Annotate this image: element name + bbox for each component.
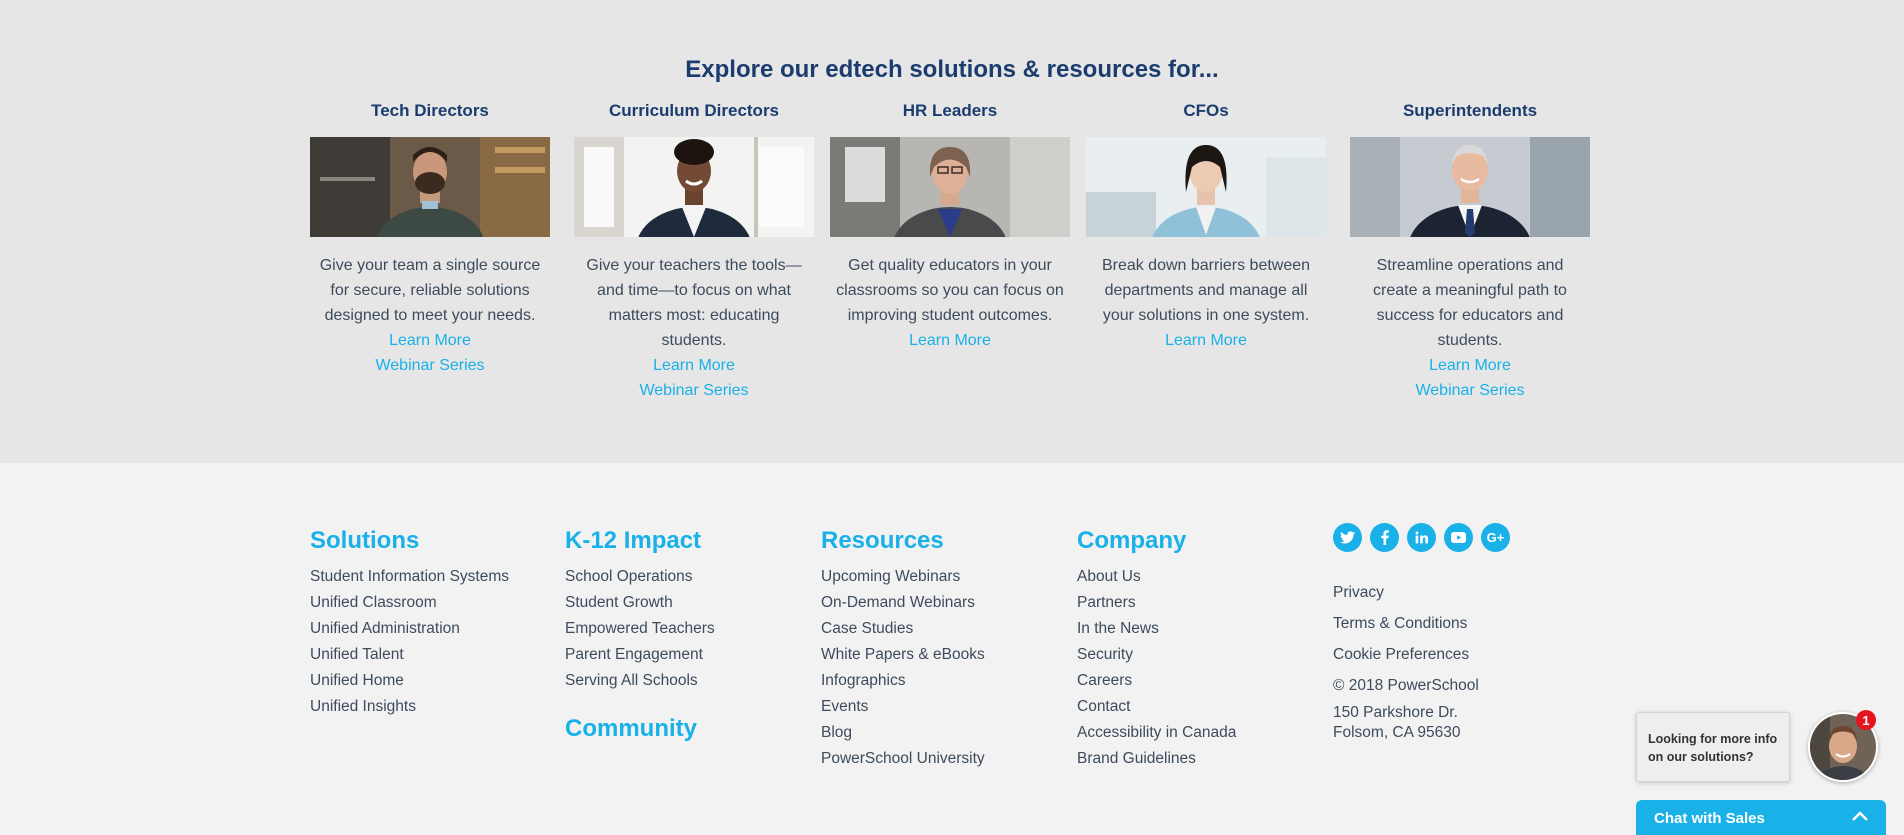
footer-links-company: About Us Partners In the News Security C… (1077, 564, 1236, 772)
footer-link[interactable]: Student Information Systems (310, 564, 509, 590)
footer-links-k12-impact: School Operations Student Growth Empower… (565, 564, 715, 694)
linkedin-icon[interactable] (1407, 523, 1436, 552)
persona-title[interactable]: Tech Directors (310, 100, 550, 122)
footer-link[interactable]: Parent Engagement (565, 642, 715, 668)
persona-hr-leaders: HR Leaders Get quality educators in your… (830, 100, 1070, 353)
persona-photo[interactable] (574, 137, 814, 237)
footer-link[interactable]: Student Growth (565, 590, 715, 616)
address-line-1: 150 Parkshore Dr. (1333, 704, 1458, 721)
persona-title[interactable]: HR Leaders (830, 100, 1070, 122)
footer-links-resources: Upcoming Webinars On-Demand Webinars Cas… (821, 564, 985, 772)
persona-title[interactable]: CFOs (1086, 100, 1326, 122)
footer-link[interactable]: PowerSchool University (821, 746, 985, 772)
persona-title[interactable]: Curriculum Directors (574, 100, 814, 122)
webinar-series-link[interactable]: Webinar Series (310, 353, 550, 378)
footer-link[interactable]: Blog (821, 720, 985, 746)
footer-link[interactable]: Case Studies (821, 616, 985, 642)
persona-description: Break down barriers between departments … (1101, 257, 1311, 324)
learn-more-link[interactable]: Learn More (310, 328, 550, 353)
company-address: 150 Parkshore Dr. Folsom, CA 95630 (1333, 703, 1461, 743)
persona-superintendents: Superintendents Streamline operations an… (1350, 100, 1590, 403)
persona-description: Streamline operations and create a meani… (1373, 257, 1567, 349)
footer-link[interactable]: Unified Talent (310, 642, 509, 668)
chat-notification-badge: 1 (1856, 710, 1876, 730)
footer-heading-solutions[interactable]: Solutions (310, 526, 509, 556)
footer-company: Company About Us Partners In the News Se… (1077, 526, 1236, 772)
facebook-icon[interactable] (1370, 523, 1399, 552)
footer-link[interactable]: Unified Insights (310, 694, 509, 720)
persona-cfos: CFOs Break down barriers between departm… (1086, 100, 1326, 353)
footer-heading-community[interactable]: Community (565, 714, 715, 744)
google-plus-icon[interactable]: G+ (1481, 523, 1510, 552)
footer-link[interactable]: Infographics (821, 668, 985, 694)
explore-title: Explore our edtech solutions & resources… (685, 56, 1219, 83)
footer-link[interactable]: Upcoming Webinars (821, 564, 985, 590)
persona-tech-directors: Tech Directors Give your team a single s… (310, 100, 550, 378)
footer-link[interactable]: Unified Home (310, 668, 509, 694)
learn-more-link[interactable]: Learn More (830, 328, 1070, 353)
footer-links-solutions: Student Information Systems Unified Clas… (310, 564, 509, 720)
footer-link[interactable]: Partners (1077, 590, 1236, 616)
cookie-preferences-link[interactable]: Cookie Preferences (1333, 639, 1479, 670)
social-links: G+ (1333, 523, 1510, 552)
footer-link[interactable]: Unified Classroom (310, 590, 509, 616)
footer-solutions: Solutions Student Information Systems Un… (310, 526, 509, 720)
persona-photo[interactable] (310, 137, 550, 237)
persona-photo[interactable] (1350, 137, 1590, 237)
footer-link[interactable]: School Operations (565, 564, 715, 590)
footer-resources: Resources Upcoming Webinars On-Demand We… (821, 526, 985, 772)
terms-link[interactable]: Terms & Conditions (1333, 608, 1479, 639)
persona-description: Give your team a single source for secur… (319, 257, 541, 324)
footer-link[interactable]: Brand Guidelines (1077, 746, 1236, 772)
learn-more-link[interactable]: Learn More (1350, 353, 1590, 378)
persona-title[interactable]: Superintendents (1350, 100, 1590, 122)
footer-k12-impact: K-12 Impact School Operations Student Gr… (565, 526, 715, 744)
youtube-icon[interactable] (1444, 523, 1473, 552)
persona-photo[interactable] (1086, 137, 1326, 237)
twitter-icon[interactable] (1333, 523, 1362, 552)
explore-section: Explore our edtech solutions & resources… (0, 0, 1904, 463)
chat-prompt-line-1: Looking for more info (1648, 732, 1778, 746)
footer-link[interactable]: Events (821, 694, 985, 720)
persona-description: Get quality educators in your classrooms… (836, 257, 1064, 324)
learn-more-link[interactable]: Learn More (574, 353, 814, 378)
webinar-series-link[interactable]: Webinar Series (574, 378, 814, 403)
persona-curriculum-directors: Curriculum Directors Give your teachers … (574, 100, 814, 403)
footer-legal-links: Privacy Terms & Conditions Cookie Prefer… (1333, 577, 1479, 701)
footer-link[interactable]: Serving All Schools (565, 668, 715, 694)
chat-with-sales-bar[interactable]: Chat with Sales (1636, 800, 1886, 835)
chat-prompt-bubble[interactable]: Looking for more info on our solutions? (1636, 712, 1790, 782)
persona-description: Give your teachers the tools—and time—to… (586, 257, 802, 349)
footer-link[interactable]: White Papers & eBooks (821, 642, 985, 668)
footer-heading-k12-impact[interactable]: K-12 Impact (565, 526, 715, 556)
address-line-2: Folsom, CA 95630 (1333, 724, 1461, 741)
footer-heading-resources[interactable]: Resources (821, 526, 985, 556)
footer-heading-company[interactable]: Company (1077, 526, 1236, 556)
footer-link[interactable]: About Us (1077, 564, 1236, 590)
footer-link[interactable]: Accessibility in Canada (1077, 720, 1236, 746)
chat-prompt-line-2: on our solutions? (1648, 750, 1754, 764)
copyright-text: © 2018 PowerSchool (1333, 677, 1479, 694)
footer-link[interactable]: Unified Administration (310, 616, 509, 642)
footer-link[interactable]: Contact (1077, 694, 1236, 720)
footer-link[interactable]: Empowered Teachers (565, 616, 715, 642)
privacy-link[interactable]: Privacy (1333, 577, 1479, 608)
chat-bar-label: Chat with Sales (1654, 810, 1765, 827)
webinar-series-link[interactable]: Webinar Series (1350, 378, 1590, 403)
footer-link[interactable]: Careers (1077, 668, 1236, 694)
persona-photo[interactable] (830, 137, 1070, 237)
footer-link[interactable]: Security (1077, 642, 1236, 668)
chevron-up-icon[interactable] (1852, 808, 1868, 826)
learn-more-link[interactable]: Learn More (1086, 328, 1326, 353)
footer-link[interactable]: On-Demand Webinars (821, 590, 985, 616)
footer-link[interactable]: In the News (1077, 616, 1236, 642)
